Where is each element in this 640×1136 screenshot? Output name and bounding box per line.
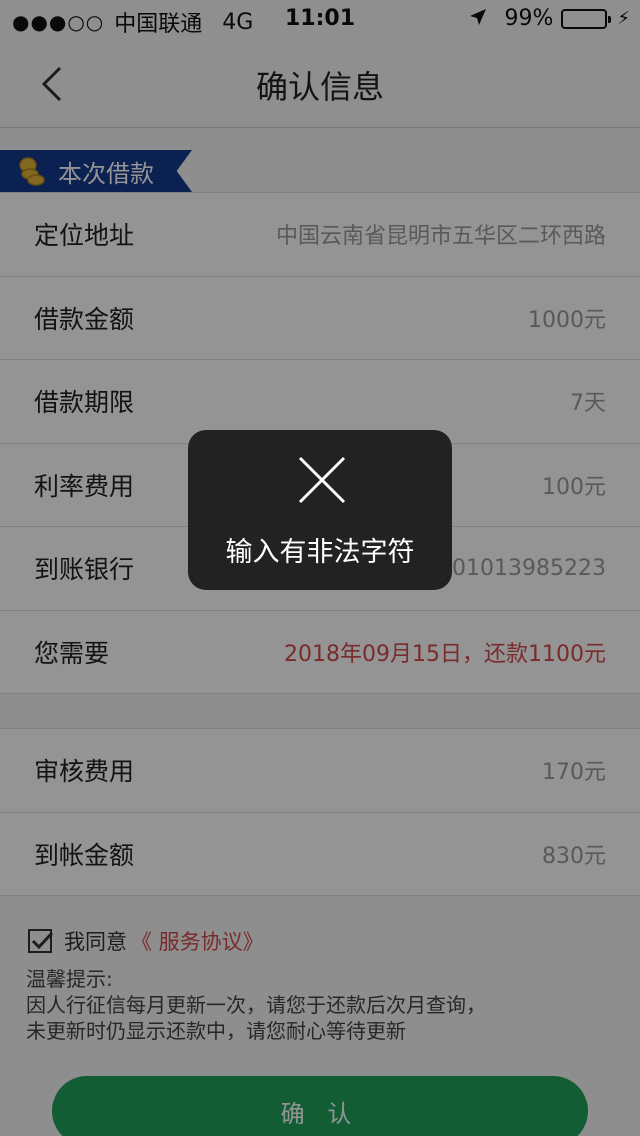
toast-message: 输入有非法字符 xyxy=(225,537,415,568)
close-icon xyxy=(296,454,348,506)
error-toast: 输入有非法字符 xyxy=(188,430,452,590)
